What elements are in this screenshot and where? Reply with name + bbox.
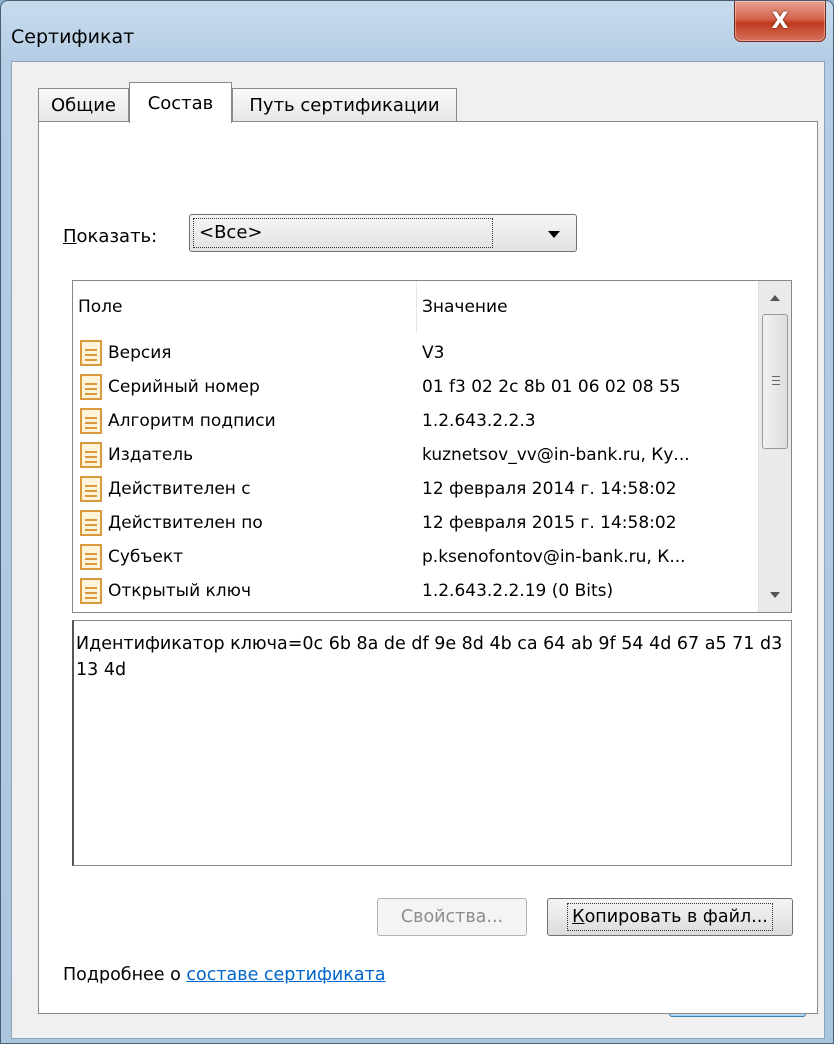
more-info-text: Подробнее о: [63, 965, 187, 985]
row-field: Алгоритм подписи: [108, 411, 276, 431]
row-field: Серийный номер: [108, 377, 260, 397]
grip-line: [772, 376, 780, 377]
row-field: Издатель: [108, 445, 194, 465]
more-info: Подробнее о составе сертификата: [63, 965, 386, 985]
field-icon: [80, 340, 102, 366]
title-bar[interactable]: Сертификат X: [1, 1, 833, 63]
field-icon: [80, 442, 102, 468]
row-value: p.ksenofontov@in-bank.ru, К...: [422, 547, 686, 567]
properties-button-label: Свойства...: [400, 907, 504, 927]
copy-to-file-button[interactable]: Копировать в файл...: [547, 898, 793, 936]
table-row[interactable]: Субъект p.ksenofontov@in-bank.ru, К...: [73, 541, 759, 575]
row-field: Субъект: [108, 547, 184, 567]
table-row[interactable]: Издатель kuznetsov_vv@in-bank.ru, Ку...: [73, 439, 759, 473]
window-title: Сертификат: [11, 26, 135, 48]
detail-text: Идентификатор ключа=0c 6b 8a de df 9e 8d…: [76, 634, 788, 680]
row-value: 1.2.643.2.2.3: [422, 411, 536, 431]
list-header: Поле Значение: [73, 281, 759, 333]
dialog-body: Общие Состав Путь сертификации Показать:…: [11, 61, 825, 1039]
certificate-window: Сертификат X Общие Состав Путь сертифика…: [0, 0, 834, 1044]
show-label-text: оказать:: [76, 226, 158, 247]
tab-details[interactable]: Состав: [129, 82, 232, 123]
row-field: Версия: [108, 343, 172, 363]
table-row[interactable]: Открытый ключ 1.2.643.2.2.19 (0 Bits): [73, 575, 759, 609]
show-select-value: <Все>: [193, 218, 493, 248]
properties-button[interactable]: Свойства...: [377, 898, 527, 936]
table-row[interactable]: Версия V3: [73, 337, 759, 371]
list-scrollbar[interactable]: [758, 281, 791, 612]
field-icon: [80, 510, 102, 536]
row-value: 12 февраля 2015 г. 14:58:02: [422, 513, 677, 533]
show-label: Показать:: [63, 226, 157, 247]
table-row[interactable]: Алгоритм подписи 1.2.643.2.2.3: [73, 405, 759, 439]
tab-certification-path-label: Путь сертификации: [249, 95, 440, 116]
column-header-field[interactable]: Поле: [73, 281, 417, 333]
close-button[interactable]: X: [734, 1, 826, 42]
tab-certification-path[interactable]: Путь сертификации: [232, 88, 457, 122]
show-label-accesskey: П: [63, 226, 77, 247]
grip-line: [772, 380, 780, 381]
close-icon: X: [771, 8, 789, 34]
row-value: V3: [422, 343, 445, 363]
show-select[interactable]: <Все>: [189, 214, 577, 252]
scroll-down-icon[interactable]: [770, 592, 780, 598]
row-value: 1.2.643.2.2.19 (0 Bits): [422, 581, 614, 601]
field-icon: [80, 578, 102, 604]
field-icon: [80, 544, 102, 570]
scroll-up-icon[interactable]: [770, 295, 780, 301]
grip-line: [772, 384, 780, 385]
fields-list[interactable]: Поле Значение Версия V3 Серийный номер 0…: [72, 280, 792, 613]
table-row[interactable]: Серийный номер 01 f3 02 2c 8b 01 06 02 0…: [73, 371, 759, 405]
row-value: 12 февраля 2014 г. 14:58:02: [422, 479, 677, 499]
copy-accesskey: К: [572, 907, 585, 927]
scroll-thumb[interactable]: [762, 314, 788, 449]
row-field: Открытый ключ: [108, 581, 252, 601]
row-value: kuznetsov_vv@in-bank.ru, Ку...: [422, 445, 690, 465]
copy-to-file-label: Копировать в файл...: [567, 903, 773, 931]
field-icon: [80, 408, 102, 434]
more-info-link[interactable]: составе сертификата: [186, 965, 385, 985]
chevron-down-icon: [548, 231, 560, 238]
table-row[interactable]: Действителен с 12 февраля 2014 г. 14:58:…: [73, 473, 759, 507]
row-value: 01 f3 02 2c 8b 01 06 02 08 55: [422, 377, 681, 397]
tab-general-label: Общие: [51, 95, 116, 116]
tab-general[interactable]: Общие: [38, 88, 129, 122]
details-panel: Показать: <Все> Поле Значение Версия V3 …: [38, 121, 818, 1014]
column-header-value[interactable]: Значение: [417, 281, 759, 333]
table-row[interactable]: Действителен по 12 февраля 2015 г. 14:58…: [73, 507, 759, 541]
row-field: Действителен с: [108, 479, 251, 499]
row-field: Действителен по: [108, 513, 263, 533]
field-icon: [80, 476, 102, 502]
copy-label-text: опировать в файл...: [584, 907, 768, 927]
field-icon: [80, 374, 102, 400]
field-detail-textbox[interactable]: Идентификатор ключа=0c 6b 8a de df 9e 8d…: [72, 620, 792, 866]
tab-details-label: Состав: [147, 92, 214, 114]
